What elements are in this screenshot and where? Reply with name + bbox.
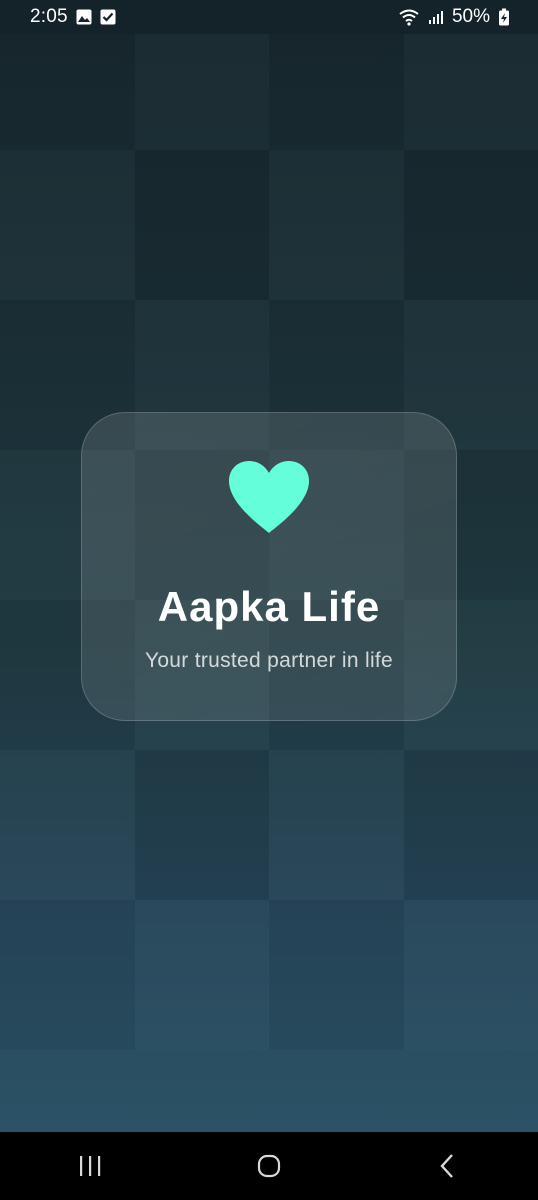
- bg-tile: [0, 750, 135, 900]
- bg-tile: [269, 750, 404, 900]
- bg-tile: [0, 34, 135, 150]
- signal-icon: [428, 9, 444, 25]
- heart-icon: [225, 457, 313, 537]
- navigation-bar: [0, 1132, 538, 1200]
- bg-tile: [135, 34, 270, 150]
- splash-card: Aapka Life Your trusted partner in life: [81, 412, 457, 721]
- battery-icon: [498, 8, 510, 26]
- home-icon: [257, 1154, 281, 1178]
- battery-percent: 50%: [451, 6, 490, 27]
- status-time: 2:05: [30, 6, 68, 27]
- bg-tile: [404, 900, 538, 1050]
- bg-tile: [269, 150, 404, 300]
- heart-shape: [229, 461, 309, 533]
- recents-button[interactable]: [60, 1136, 120, 1196]
- bg-tile: [134, 150, 269, 300]
- status-left: 2:05: [30, 6, 116, 28]
- bg-tile: [269, 900, 404, 1050]
- status-right: 50%: [398, 6, 510, 28]
- bg-tile: [135, 900, 270, 1050]
- wifi-icon: [398, 8, 420, 26]
- bg-tile: [269, 34, 404, 150]
- bg-tile: [403, 150, 538, 300]
- recents-icon: [79, 1156, 100, 1176]
- checkbox-icon: [100, 9, 116, 25]
- bg-tile: [0, 900, 135, 1050]
- bg-tile: [403, 750, 538, 900]
- home-button[interactable]: [239, 1136, 299, 1196]
- splash-screen: 2:05 50% Aapka Life Your trusted partner…: [0, 0, 538, 1200]
- bg-tile: [0, 150, 135, 300]
- gallery-icon: [76, 9, 92, 25]
- back-button[interactable]: [418, 1136, 478, 1196]
- app-title: Aapka Life: [157, 583, 381, 630]
- status-bar: 2:05 50%: [0, 0, 538, 34]
- bg-tile: [404, 34, 538, 150]
- back-icon: [440, 1154, 454, 1178]
- bg-tile: [134, 750, 269, 900]
- app-tagline: Your trusted partner in life: [144, 649, 394, 672]
